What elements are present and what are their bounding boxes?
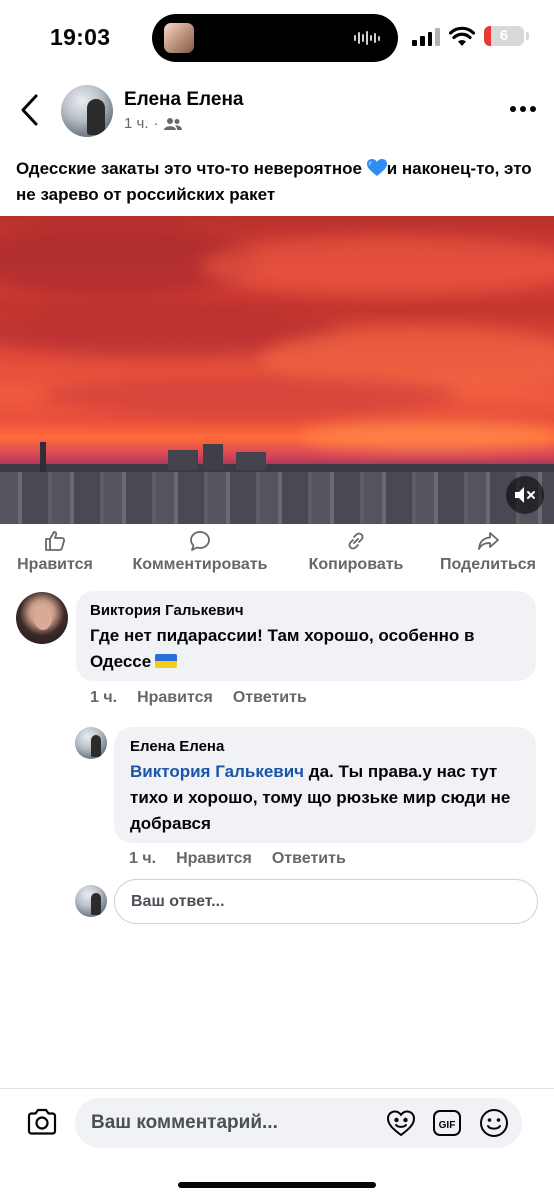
svg-text:GIF: GIF (439, 1120, 456, 1131)
emoji-icon[interactable] (478, 1107, 510, 1139)
current-user-avatar (75, 885, 107, 917)
reply-author-avatar[interactable] (75, 727, 107, 759)
reply-time: 1 ч. (129, 850, 157, 867)
comment-like-link[interactable]: Нравится (137, 689, 213, 707)
reply-text: Виктория Галькевич да. Ты права.у нас ту… (130, 759, 520, 837)
share-icon (478, 532, 499, 550)
comment-input[interactable] (91, 1098, 381, 1148)
city-skyline (0, 442, 554, 524)
comment-label: Комментировать (132, 556, 268, 573)
ukraine-flag-icon (155, 654, 178, 668)
copy-label: Копировать (308, 556, 404, 573)
back-chevron-icon[interactable] (18, 92, 42, 128)
speaker-muted-icon (515, 487, 535, 503)
blue-heart-icon (366, 159, 387, 176)
comment-meta: 1 ч. Нравится Ответить (90, 689, 307, 707)
like-label: Нравится (17, 556, 93, 573)
share-button[interactable]: Поделиться (432, 530, 544, 574)
status-time: 19:03 (50, 24, 111, 50)
battery-low-icon: 6 (484, 26, 524, 46)
comment-body: Где нет пидарассии! Там хорошо, особенно… (90, 626, 475, 671)
reply-meta: 1 ч. Нравится Ответить (129, 850, 346, 868)
more-options-icon[interactable] (510, 104, 536, 114)
meta-separator: · (153, 115, 159, 132)
audio-waveform-icon (354, 30, 384, 46)
author-name[interactable]: Елена Елена (124, 89, 243, 111)
copy-link-button[interactable]: Копировать (300, 530, 412, 574)
battery-level: 6 (499, 27, 509, 44)
friends-icon (163, 117, 182, 130)
wifi-icon (449, 26, 475, 46)
reply-like-link[interactable]: Нравится (176, 850, 252, 868)
post-video[interactable] (0, 216, 554, 524)
cellular-signal-icon (412, 28, 440, 46)
comment-time: 1 ч. (90, 689, 118, 706)
battery-cap (526, 32, 529, 40)
status-bar: 19:03 6 (0, 0, 554, 76)
post-text: Одесские закаты это что-то невероятное и… (16, 156, 536, 208)
like-button[interactable]: Нравится (10, 530, 100, 574)
comment-icon (190, 531, 210, 551)
comment-bubble[interactable]: Виктория Галькевич Где нет пидарассии! Т… (76, 591, 536, 681)
dynamic-island[interactable] (152, 14, 398, 62)
now-playing-thumbnail (164, 23, 194, 53)
comment-button[interactable]: Комментировать (120, 530, 280, 574)
share-label: Поделиться (439, 556, 537, 573)
reply-mention-link[interactable]: Виктория Галькевич (130, 762, 304, 781)
reply-author[interactable]: Елена Елена (130, 738, 520, 755)
link-icon (348, 532, 364, 550)
comment-reply-link[interactable]: Ответить (233, 689, 307, 707)
commenter-avatar[interactable] (16, 592, 68, 644)
author-avatar[interactable] (61, 85, 113, 137)
post-action-bar: Нравится Комментировать Копировать Подел… (0, 530, 554, 580)
post-meta: 1 ч. · (124, 115, 182, 132)
camera-icon[interactable] (26, 1107, 58, 1137)
comment-author[interactable]: Виктория Галькевич (90, 602, 522, 619)
comment-text: Где нет пидарассии! Там хорошо, особенно… (90, 623, 522, 675)
reply-input[interactable] (114, 879, 538, 924)
reply-reply-link[interactable]: Ответить (272, 850, 346, 868)
composer-divider (0, 1088, 554, 1089)
reply-bubble[interactable]: Елена Елена Виктория Галькевич да. Ты пр… (114, 727, 536, 843)
gif-icon[interactable]: GIF (432, 1108, 462, 1138)
post-text-part-1: Одесские закаты это что-то невероятное (16, 159, 367, 178)
sticker-icon[interactable] (386, 1108, 416, 1138)
post-time[interactable]: 1 ч. (124, 115, 149, 132)
home-indicator[interactable] (178, 1182, 376, 1188)
mute-toggle-button[interactable] (506, 476, 544, 514)
like-icon (45, 531, 66, 551)
